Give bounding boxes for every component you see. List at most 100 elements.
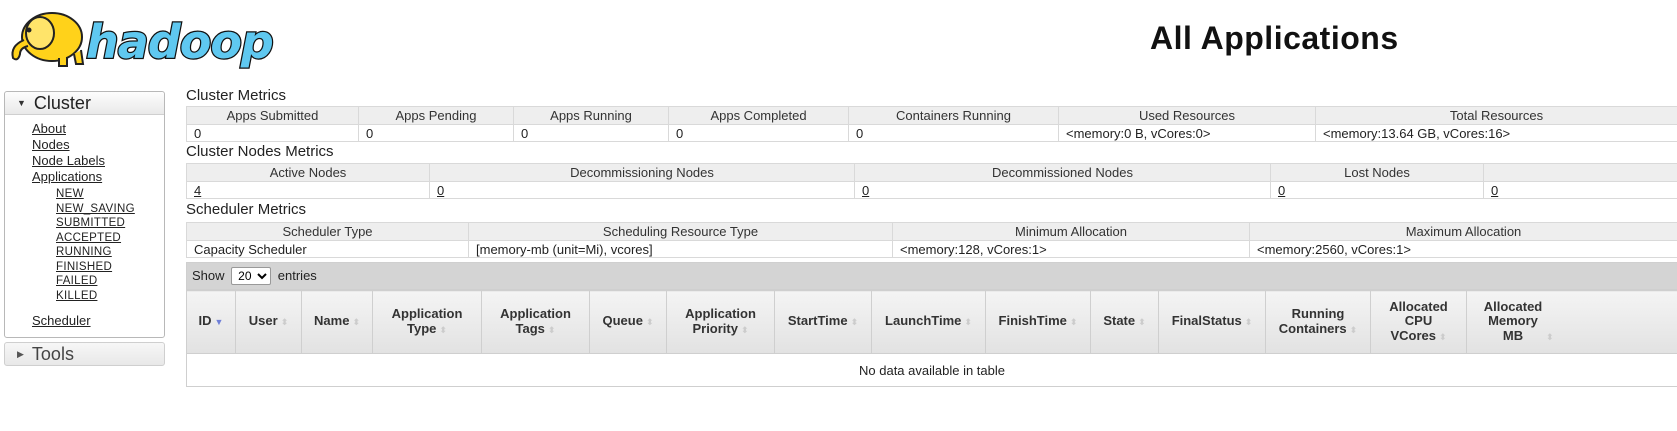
sort-icon: ⬍ — [1069, 317, 1078, 328]
metric-header: Maximum Allocation — [1249, 222, 1677, 241]
metric-value: 0 — [513, 124, 669, 142]
logo-wordmark: hadoop — [86, 15, 273, 69]
sort-icon: ⬍ — [280, 317, 289, 328]
tools-panel-header[interactable]: ▶ Tools — [4, 342, 165, 366]
sort-icon: ⬍ — [352, 317, 360, 328]
column-header-label: LaunchTime — [885, 313, 962, 329]
sort-icon: ⬍ — [439, 324, 447, 335]
app-state-running-link[interactable]: RUNNING — [56, 245, 164, 260]
nav-applications-link[interactable]: Applications — [32, 169, 164, 185]
column-header-queue[interactable]: Queue ⬍ — [589, 290, 667, 354]
decommissioning-nodes-cell: 0 — [429, 181, 855, 199]
unhealthy-nodes-cell: 0 — [1483, 181, 1677, 199]
node-metrics-title: Cluster Nodes Metrics — [186, 143, 334, 160]
main-content: Cluster Metrics Apps Submitted Apps Pend… — [186, 86, 1677, 387]
page-title: All Applications — [1150, 20, 1399, 56]
elephant-icon — [11, 12, 85, 67]
column-header-label: User — [248, 313, 278, 329]
column-header-label: Running Containers — [1278, 306, 1347, 336]
metric-value: <memory:2560, vCores:1> — [1249, 240, 1677, 258]
app-state-finished-link[interactable]: FINISHED — [56, 260, 164, 275]
column-header-label: FinishTime — [998, 313, 1067, 329]
sort-icon: ⬍ — [547, 324, 556, 335]
column-header-label: FinalStatus — [1171, 313, 1242, 329]
sort-descending-icon: ▼ — [214, 317, 224, 328]
lost-nodes-link[interactable]: 0 — [1278, 183, 1285, 198]
metric-value: [memory-mb (unit=Mi), vcores] — [468, 240, 893, 258]
nav-about-link[interactable]: About — [32, 121, 164, 137]
cluster-metrics-table: Apps Submitted Apps Pending Apps Running… — [186, 106, 1677, 142]
sort-icon: ⬍ — [1546, 331, 1554, 342]
cluster-panel-title: Cluster — [33, 93, 91, 113]
app-state-submitted-link[interactable]: SUBMITTED — [56, 216, 164, 231]
metric-value: <memory:0 B, vCores:0> — [1058, 124, 1316, 142]
column-header-label: ID — [198, 313, 212, 329]
column-header-application-priority[interactable]: Application Priority ⬍ — [666, 290, 775, 354]
sort-icon: ⬍ — [1349, 324, 1358, 335]
sort-icon: ⬍ — [740, 324, 749, 335]
decommissioned-nodes-cell: 0 — [854, 181, 1271, 199]
column-header-id[interactable]: ID ▼ — [186, 290, 236, 354]
column-header-application-type[interactable]: Application Type ⬍ — [372, 290, 482, 354]
metric-header: Apps Completed — [668, 106, 849, 125]
column-header-label: State — [1103, 313, 1136, 329]
column-header-allocated-memory-mb[interactable]: Allocated Memory MB ⬍ — [1466, 290, 1677, 354]
decommissioning-nodes-link[interactable]: 0 — [437, 183, 444, 198]
expand-triangle-icon: ▶ — [17, 349, 24, 359]
column-header-label: StartTime — [787, 313, 848, 329]
sort-icon: ⬍ — [645, 317, 654, 328]
column-header-launchtime[interactable]: LaunchTime ⬍ — [871, 290, 986, 354]
metric-header: Decommissioning Nodes — [429, 163, 855, 182]
metric-header — [1483, 163, 1677, 182]
metric-header: Apps Pending — [358, 106, 514, 125]
metric-value: Capacity Scheduler — [186, 240, 469, 258]
nav-nodes-link[interactable]: Nodes — [32, 137, 164, 153]
column-header-starttime[interactable]: StartTime ⬍ — [774, 290, 872, 354]
tools-panel-title: Tools — [31, 344, 74, 364]
sort-icon: ⬍ — [850, 317, 859, 328]
metric-header: Apps Running — [513, 106, 669, 125]
sort-icon: ⬍ — [1138, 317, 1146, 328]
sidebar: ▼ Cluster About Nodes Node Labels Applica… — [4, 91, 165, 366]
column-header-finalstatus[interactable]: FinalStatus ⬍ — [1158, 290, 1266, 354]
app-state-new-saving-link[interactable]: NEW_SAVING — [56, 202, 164, 217]
scheduler-metrics-table: Scheduler Type Scheduling Resource Type … — [186, 222, 1677, 258]
metric-header: Active Nodes — [186, 163, 430, 182]
sort-icon: ⬍ — [1438, 331, 1447, 342]
unhealthy-nodes-link[interactable]: 0 — [1491, 183, 1498, 198]
column-header-state[interactable]: State ⬍ — [1090, 290, 1159, 354]
column-header-label: Name — [314, 313, 350, 329]
column-header-label: Queue — [602, 313, 643, 329]
cluster-panel-header[interactable]: ▼ Cluster — [5, 92, 164, 115]
app-state-new-link[interactable]: NEW — [56, 187, 164, 202]
hadoop-logo[interactable]: hadoop — [4, 2, 294, 72]
app-state-failed-link[interactable]: FAILED — [56, 274, 164, 289]
app-state-killed-link[interactable]: KILLED — [56, 289, 164, 304]
active-nodes-cell: 4 — [186, 181, 430, 199]
app-state-accepted-link[interactable]: ACCEPTED — [56, 231, 164, 246]
decommissioned-nodes-link[interactable]: 0 — [862, 183, 869, 198]
lost-nodes-cell: 0 — [1270, 181, 1484, 199]
collapse-triangle-icon: ▼ — [17, 98, 26, 108]
active-nodes-link[interactable]: 4 — [194, 183, 201, 198]
column-header-user[interactable]: User ⬍ — [235, 290, 302, 354]
metric-header: Total Resources — [1315, 106, 1677, 125]
metric-header: Scheduling Resource Type — [468, 222, 893, 241]
nav-scheduler-link[interactable]: Scheduler — [32, 313, 164, 329]
column-header-label: Application Tags — [500, 306, 571, 336]
nav-node-labels-link[interactable]: Node Labels — [32, 153, 164, 169]
column-header-finishtime[interactable]: FinishTime ⬍ — [985, 290, 1091, 354]
metric-header: Containers Running — [848, 106, 1059, 125]
node-metrics-table: Active Nodes Decommissioning Nodes Decom… — [186, 163, 1677, 199]
entries-select[interactable]: 20 — [231, 267, 272, 285]
metric-header: Used Resources — [1058, 106, 1316, 125]
column-header-running-containers[interactable]: Running Containers ⬍ — [1265, 290, 1371, 354]
metric-header: Scheduler Type — [186, 222, 469, 241]
empty-table-message: No data available in table — [186, 353, 1677, 387]
column-header-allocated-cpu-vcores[interactable]: Allocated CPU VCores ⬍ — [1370, 290, 1467, 354]
scheduler-metrics-title: Scheduler Metrics — [186, 201, 307, 218]
metric-value: <memory:128, vCores:1> — [892, 240, 1250, 258]
column-header-name[interactable]: Name ⬍ — [301, 290, 373, 354]
metric-value: 0 — [668, 124, 849, 142]
column-header-application-tags[interactable]: Application Tags ⬍ — [481, 290, 590, 354]
